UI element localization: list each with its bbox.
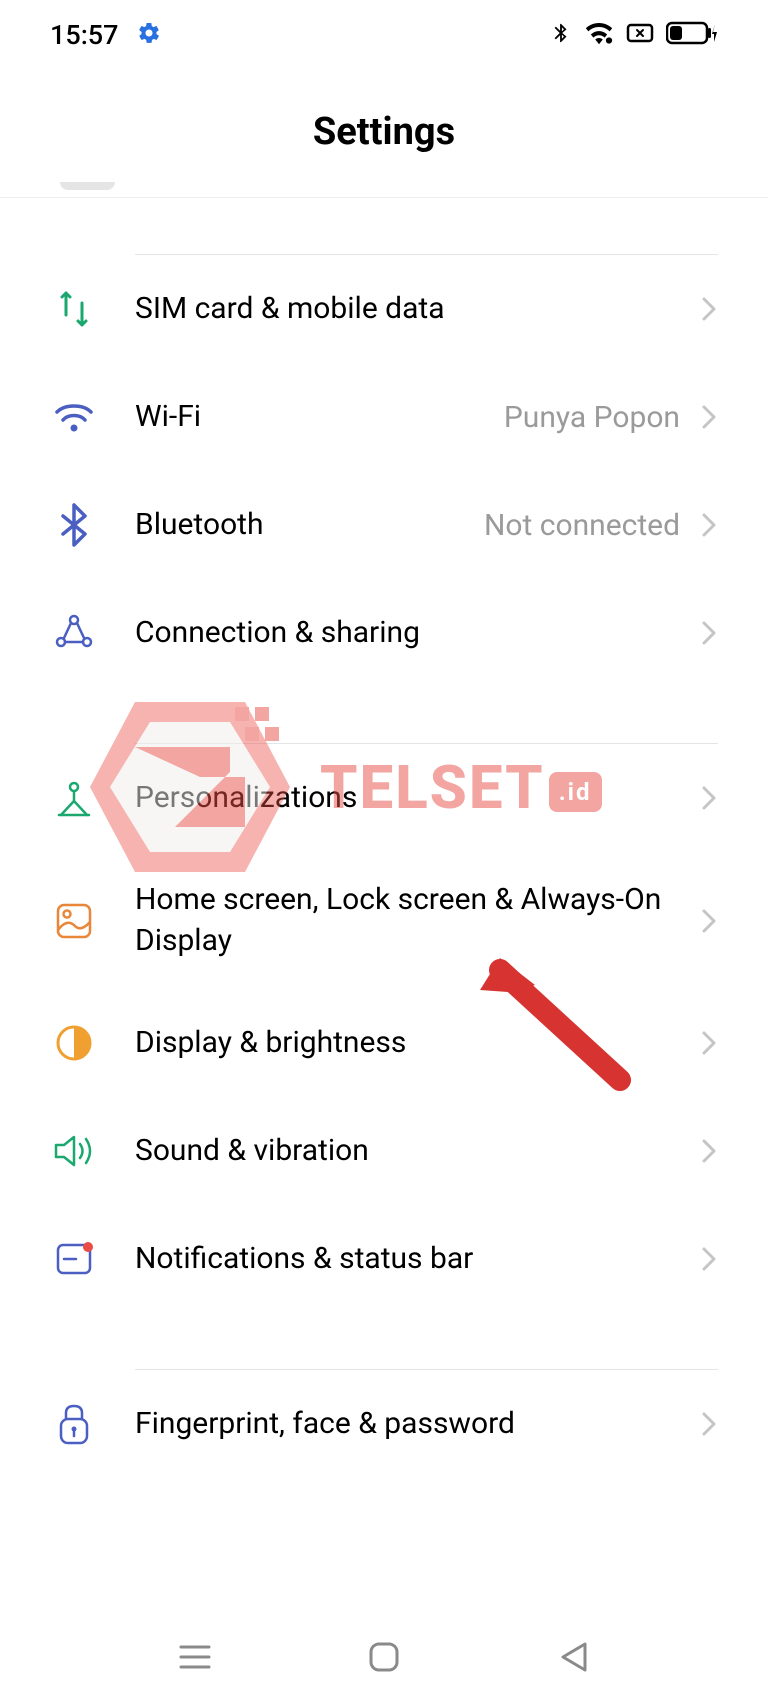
row-label: Personalizations bbox=[135, 778, 700, 819]
sim-data-icon bbox=[50, 285, 98, 333]
sound-icon bbox=[50, 1127, 98, 1175]
nav-home-button[interactable] bbox=[362, 1635, 406, 1679]
chevron-right-icon bbox=[700, 619, 718, 647]
nav-recent-button[interactable] bbox=[173, 1635, 217, 1679]
nav-back-button[interactable] bbox=[551, 1635, 595, 1679]
bluetooth-status-icon bbox=[550, 19, 572, 51]
chevron-right-icon bbox=[700, 1245, 718, 1273]
chevron-right-icon bbox=[700, 295, 718, 323]
navigation-bar bbox=[0, 1635, 768, 1679]
row-label: Bluetooth bbox=[135, 505, 484, 546]
homescreen-icon bbox=[50, 897, 98, 945]
status-left: 15:57 bbox=[50, 19, 161, 51]
chevron-right-icon bbox=[700, 1137, 718, 1165]
chevron-right-icon bbox=[700, 784, 718, 812]
row-label: Connection & sharing bbox=[135, 613, 700, 654]
previous-item-peek bbox=[60, 182, 115, 190]
wifi-icon bbox=[50, 393, 98, 441]
row-label: Sound & vibration bbox=[135, 1131, 700, 1172]
row-label: Home screen, Lock screen & Always-On Dis… bbox=[135, 880, 700, 961]
row-label: Display & brightness bbox=[135, 1023, 700, 1064]
battery-charging-icon bbox=[666, 20, 718, 50]
row-notifications-statusbar[interactable]: Notifications & status bar bbox=[50, 1205, 718, 1313]
status-bar: 15:57 bbox=[0, 0, 768, 70]
bluetooth-icon bbox=[50, 501, 98, 549]
row-display-brightness[interactable]: Display & brightness bbox=[50, 989, 718, 1097]
row-label: Wi-Fi bbox=[135, 397, 504, 438]
chevron-right-icon bbox=[700, 511, 718, 539]
chevron-right-icon bbox=[700, 403, 718, 431]
list-top-edge bbox=[0, 182, 768, 198]
settings-list: SIM card & mobile data Wi-Fi Punya Popon… bbox=[0, 198, 768, 1478]
row-personalizations[interactable]: Personalizations bbox=[50, 744, 718, 852]
row-value: Not connected bbox=[484, 508, 680, 543]
display-icon bbox=[50, 1019, 98, 1067]
page-header: Settings bbox=[0, 70, 768, 182]
wifi-status-icon bbox=[584, 21, 614, 49]
row-connection-sharing[interactable]: Connection & sharing bbox=[50, 579, 718, 687]
page-title: Settings bbox=[0, 110, 768, 154]
row-value: Punya Popon bbox=[504, 400, 680, 435]
screen-box-icon bbox=[626, 21, 654, 49]
notifications-icon bbox=[50, 1235, 98, 1283]
row-wifi[interactable]: Wi-Fi Punya Popon bbox=[50, 363, 718, 471]
chevron-right-icon bbox=[700, 1410, 718, 1438]
row-sim-card-mobile-data[interactable]: SIM card & mobile data bbox=[50, 255, 718, 363]
gear-icon bbox=[137, 21, 161, 49]
connection-icon bbox=[50, 609, 98, 657]
row-bluetooth[interactable]: Bluetooth Not connected bbox=[50, 471, 718, 579]
row-sound-vibration[interactable]: Sound & vibration bbox=[50, 1097, 718, 1205]
row-label: Fingerprint, face & password bbox=[135, 1404, 700, 1445]
status-right bbox=[550, 19, 718, 51]
status-time: 15:57 bbox=[50, 19, 119, 51]
personalizations-icon bbox=[50, 774, 98, 822]
fingerprint-lock-icon bbox=[50, 1400, 98, 1448]
row-label: SIM card & mobile data bbox=[135, 289, 700, 330]
row-fingerprint-face-password[interactable]: Fingerprint, face & password bbox=[50, 1370, 718, 1478]
row-label: Notifications & status bar bbox=[135, 1239, 700, 1280]
chevron-right-icon bbox=[700, 907, 718, 935]
chevron-right-icon bbox=[700, 1029, 718, 1057]
row-homescreen-lockscreen-aod[interactable]: Home screen, Lock screen & Always-On Dis… bbox=[50, 852, 718, 989]
